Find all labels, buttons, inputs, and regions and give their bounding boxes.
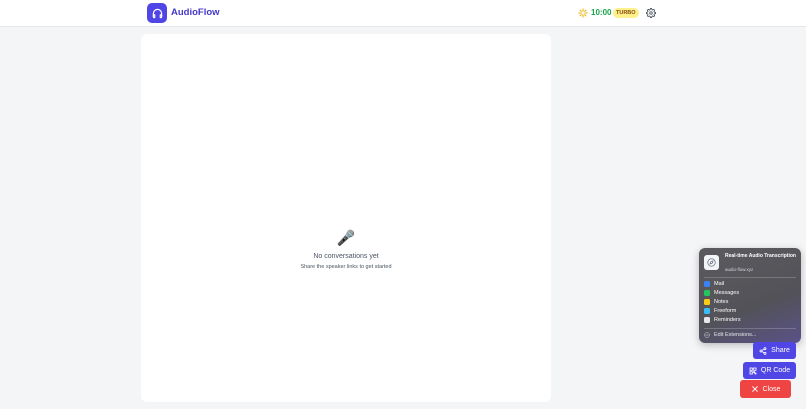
- share-option-label: Notes: [714, 299, 729, 305]
- close-button[interactable]: Close: [740, 380, 791, 398]
- share-option-freeform[interactable]: Freeform: [704, 307, 736, 315]
- divider: [704, 277, 796, 278]
- mode-badge: TURBO: [613, 8, 639, 18]
- share-option-messages[interactable]: Messages: [704, 289, 739, 297]
- ellipsis-icon: [704, 332, 710, 338]
- qr-code-button[interactable]: QR Code: [743, 362, 796, 379]
- conversation-panel: 🎤 No conversations yet Share the speaker…: [141, 34, 551, 402]
- share-sheet: Real-time Audio Transcription audio-flow…: [699, 248, 801, 343]
- share-option-label: Mail: [714, 281, 725, 287]
- qr-code-button-label: QR Code: [760, 367, 791, 374]
- share-option-mail[interactable]: Mail: [704, 280, 724, 288]
- divider: [704, 328, 796, 329]
- share-option-label: Freeform: [714, 308, 737, 314]
- close-icon: [751, 386, 758, 392]
- messages-icon: [704, 290, 710, 296]
- share-icon: [759, 346, 767, 355]
- sparkle-icon: [578, 8, 588, 18]
- headphones-icon: [152, 8, 162, 18]
- share-option-reminders[interactable]: Reminders: [704, 316, 741, 324]
- notes-icon: [704, 299, 710, 305]
- close-button-label: Close: [762, 385, 781, 393]
- app-logo: [147, 3, 167, 23]
- empty-state-subtitle: Share the speaker links to get started: [300, 264, 392, 270]
- gear-icon[interactable]: [646, 8, 656, 18]
- app-name: AudioFlow: [171, 7, 220, 18]
- share-option-label: Reminders: [714, 317, 741, 323]
- share-option-label: Messages: [714, 290, 740, 296]
- freeform-icon: [704, 308, 710, 314]
- share-button-label: Share: [771, 347, 790, 354]
- edit-extensions-label: Edit Extensions...: [714, 332, 757, 338]
- share-sheet-url: audio-flow.xyz: [725, 267, 754, 272]
- microphone-icon: 🎤: [336, 230, 356, 247]
- session-timer: 10:00: [591, 8, 612, 17]
- top-bar: AudioFlow 10:00 TURBO: [0, 0, 806, 27]
- mail-icon: [704, 281, 710, 287]
- compass-icon: [704, 255, 719, 270]
- reminders-icon: [704, 317, 710, 323]
- share-sheet-title: Real-time Audio Transcription: [725, 253, 796, 259]
- share-button[interactable]: Share: [753, 342, 796, 359]
- edit-extensions-button[interactable]: Edit Extensions...: [704, 331, 757, 339]
- empty-state-title: No conversations yet: [313, 253, 379, 260]
- qr-code-icon: [749, 367, 757, 374]
- share-option-notes[interactable]: Notes: [704, 298, 728, 306]
